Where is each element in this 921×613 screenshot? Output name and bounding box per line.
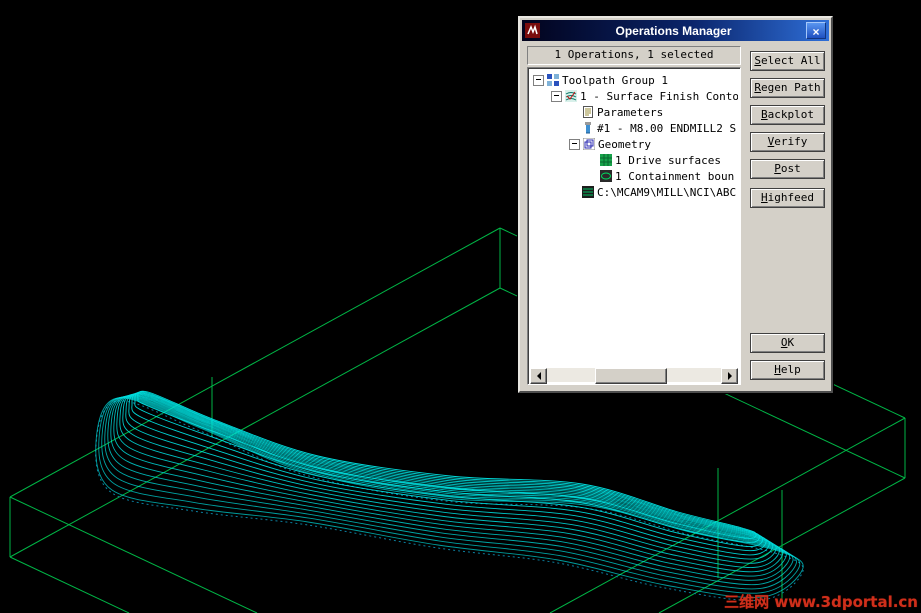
verify-button[interactable]: Verify	[750, 132, 825, 152]
tree-item-containment[interactable]: 1 Containment boun	[530, 168, 738, 184]
nci-file-icon	[582, 186, 594, 198]
scrollbar-thumb[interactable]	[595, 368, 667, 384]
operations-manager-dialog: Operations Manager 1 Operations, 1 selec…	[518, 16, 833, 393]
collapse-toggle-icon[interactable]	[533, 74, 544, 86]
close-icon	[812, 21, 819, 40]
button-label: Highfeed	[761, 191, 814, 204]
tree-item-tool[interactable]: #1 - M8.00 ENDMILL2 S	[530, 120, 738, 136]
button-label: Regen Path	[754, 81, 821, 94]
operation-icon	[565, 90, 577, 102]
tree-item-label: C:\MCAM9\MILL\NCI\ABC	[597, 185, 737, 199]
app-icon[interactable]	[525, 23, 540, 38]
select-all-button[interactable]: Select All	[750, 51, 825, 71]
post-button[interactable]: Post	[750, 159, 825, 179]
status-text: 1 Operations, 1 selected	[527, 46, 741, 65]
tree-body: Toolpath Group 1 1 - Surface Finish Cont…	[530, 72, 738, 367]
tool-icon	[582, 122, 594, 134]
drive-surfaces-icon	[600, 154, 612, 166]
help-button[interactable]: Help	[750, 360, 825, 380]
button-label: Backplot	[761, 108, 814, 121]
tree-item-label: 1 Containment boun	[615, 169, 735, 183]
tree-item-operation[interactable]: 1 - Surface Finish Conto	[530, 88, 738, 104]
collapse-toggle-icon[interactable]	[551, 90, 562, 102]
tree-item-parameters[interactable]: Parameters	[530, 104, 738, 120]
close-button[interactable]	[806, 22, 826, 39]
backplot-button[interactable]: Backplot	[750, 105, 825, 125]
scroll-right-button[interactable]	[721, 368, 738, 384]
arrow-right-icon	[727, 372, 732, 380]
collapse-toggle-icon[interactable]	[569, 138, 580, 150]
tree-item-geometry[interactable]: Geometry	[530, 136, 738, 152]
tree-item-drive-surfaces[interactable]: 1 Drive surfaces	[530, 152, 738, 168]
tree-horizontal-scrollbar[interactable]	[530, 368, 738, 384]
scroll-left-button[interactable]	[530, 368, 547, 384]
button-label: Help	[774, 363, 801, 376]
toolpath-group-icon	[547, 74, 559, 86]
tree-item-toolpath-group[interactable]: Toolpath Group 1	[530, 72, 738, 88]
containment-icon	[600, 170, 612, 182]
tree-item-label: Toolpath Group 1	[562, 73, 668, 87]
operations-tree: Toolpath Group 1 1 - Surface Finish Cont…	[527, 67, 741, 385]
button-label: Verify	[767, 135, 808, 148]
tree-item-label: Geometry	[598, 137, 651, 151]
dialog-title: Operations Manager	[615, 23, 732, 38]
tree-item-label: 1 Drive surfaces	[615, 153, 721, 167]
button-label: Select All	[754, 54, 821, 67]
toolpath-contours	[95, 390, 804, 602]
tree-item-nci-file[interactable]: C:\MCAM9\MILL\NCI\ABC	[530, 184, 738, 200]
dialog-titlebar[interactable]: Operations Manager	[522, 20, 829, 41]
regen-path-button[interactable]: Regen Path	[750, 78, 825, 98]
watermark: 三维网 www.3dportal.cn	[724, 593, 918, 611]
button-label: Post	[774, 162, 801, 175]
viewport: 三维网 www.3dportal.cn Operations Manager 1…	[0, 0, 921, 613]
scrollbar-track[interactable]	[547, 368, 721, 384]
parameters-icon	[582, 106, 594, 118]
tree-item-label: #1 - M8.00 ENDMILL2 S	[597, 121, 737, 135]
arrow-left-icon	[536, 372, 541, 380]
tree-item-label: Parameters	[597, 105, 664, 119]
tree-item-label: 1 - Surface Finish Conto	[580, 89, 738, 103]
ok-button[interactable]: OK	[750, 333, 825, 353]
button-label: OK	[780, 336, 795, 349]
highfeed-button[interactable]: Highfeed	[750, 188, 825, 208]
geometry-icon	[582, 137, 596, 151]
